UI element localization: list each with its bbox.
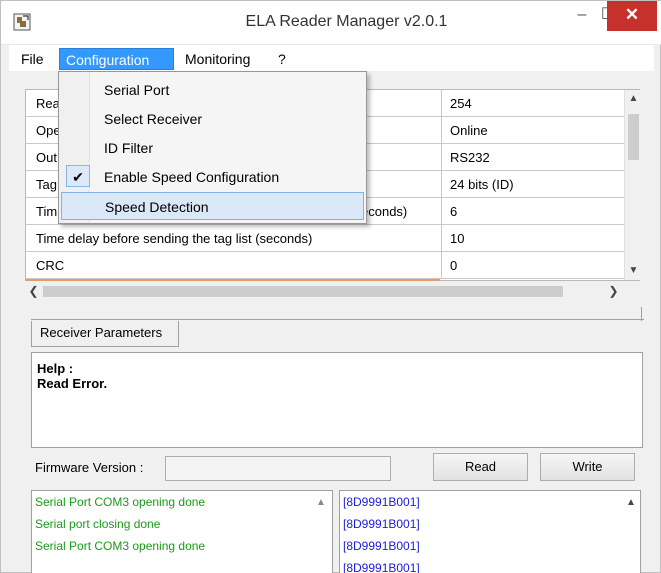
menu-item-enable-speed-configuration[interactable]: ✔ Enable Speed Configuration xyxy=(61,163,364,191)
log-line: Serial port closing done xyxy=(35,517,161,531)
log-line: [8D9991B001] xyxy=(343,539,420,553)
grid-horizontal-scrollbar[interactable]: ❮ ❯ xyxy=(25,283,623,300)
window-title: ELA Reader Manager v2.0.1 xyxy=(245,13,448,30)
status-log[interactable]: Serial Port COM3 opening done Serial por… xyxy=(31,490,333,573)
grid-param-value[interactable]: Online xyxy=(442,117,624,144)
menu-configuration[interactable]: Configuration xyxy=(59,48,174,70)
menu-help[interactable]: ? xyxy=(272,48,292,70)
log-line: [8D9991B001] xyxy=(343,495,420,509)
menu-item-label: Select Receiver xyxy=(104,111,203,127)
checkmark-icon: ✔ xyxy=(72,169,84,185)
help-heading: Help : xyxy=(37,361,74,376)
grid-row[interactable]: Time delay before sending the tag list (… xyxy=(26,225,624,252)
menu-item-label: ID Filter xyxy=(104,140,153,156)
menu-item-speed-detection[interactable]: Speed Detection xyxy=(61,192,364,220)
chevron-down-icon[interactable]: ▼ xyxy=(625,262,642,280)
menu-item-label: Serial Port xyxy=(104,82,170,98)
grid-param-value[interactable]: RS232 xyxy=(442,144,624,171)
grid-vertical-scrollbar[interactable]: ▲ ▼ xyxy=(624,90,641,280)
tab-divider-edge xyxy=(641,307,642,321)
menu-file[interactable]: File xyxy=(15,48,50,70)
menu-item-serial-port[interactable]: Serial Port xyxy=(61,76,364,104)
tab-receiver-parameters[interactable]: Receiver Parameters xyxy=(31,321,179,347)
log-line: [8D9991B001] xyxy=(343,517,420,531)
title-bar[interactable]: ELA Reader Manager v2.0.1 – ☐ ✕ xyxy=(1,1,661,45)
tag-log[interactable]: [8D9991B001] [8D9991B001] [8D9991B001] [… xyxy=(339,490,641,573)
help-panel: Help : Read Error. xyxy=(31,352,643,448)
configuration-dropdown: Serial Port Select Receiver ID Filter ✔ … xyxy=(58,71,367,224)
firmware-version-label: Firmware Version : xyxy=(35,460,144,475)
grid-param-value[interactable]: 6 xyxy=(442,198,624,225)
log-line: Serial Port COM3 opening done xyxy=(35,495,206,509)
help-message: Read Error. xyxy=(37,376,108,391)
chevron-up-icon[interactable]: ▲ xyxy=(624,497,638,508)
grid-param-name: CRC xyxy=(26,252,442,279)
grid-param-value[interactable]: 0 xyxy=(442,252,624,279)
close-button[interactable]: ✕ xyxy=(607,1,657,31)
chevron-left-icon[interactable]: ❮ xyxy=(25,283,42,300)
read-button[interactable]: Read xyxy=(433,453,528,481)
write-button[interactable]: Write xyxy=(540,453,635,481)
chevron-up-icon[interactable]: ▲ xyxy=(314,497,328,508)
grid-param-name-head: Tim xyxy=(36,204,58,219)
menu-monitoring[interactable]: Monitoring xyxy=(179,48,256,70)
grid-param-value[interactable]: 24 bits (ID) xyxy=(442,171,624,198)
grid-row[interactable]: CRC 0 xyxy=(26,252,624,279)
scroll-thumb[interactable] xyxy=(43,286,563,297)
menu-item-id-filter[interactable]: ID Filter xyxy=(61,134,364,162)
log-line: Serial Port COM3 opening done xyxy=(35,539,206,553)
app-window: ELA Reader Manager v2.0.1 – ☐ ✕ File Con… xyxy=(0,0,661,573)
menu-bar: File Configuration Monitoring ? xyxy=(9,45,654,71)
grid-param-value[interactable]: 254 xyxy=(442,90,624,117)
chevron-right-icon[interactable]: ❯ xyxy=(605,283,622,300)
scroll-thumb[interactable] xyxy=(628,114,639,160)
menu-item-select-receiver[interactable]: Select Receiver xyxy=(61,105,364,133)
log-line: [8D9991B001] xyxy=(343,561,420,573)
grid-param-name-tail: econds) xyxy=(361,204,408,219)
chevron-up-icon[interactable]: ▲ xyxy=(625,90,642,108)
grid-edit-indicator xyxy=(26,279,440,281)
grid-param-value[interactable]: 10 xyxy=(442,225,624,252)
firmware-version-field xyxy=(165,456,391,481)
menu-item-label: Speed Detection xyxy=(105,199,209,215)
menu-item-label: Enable Speed Configuration xyxy=(104,169,280,185)
grid-param-name: Time delay before sending the tag list (… xyxy=(26,225,442,252)
